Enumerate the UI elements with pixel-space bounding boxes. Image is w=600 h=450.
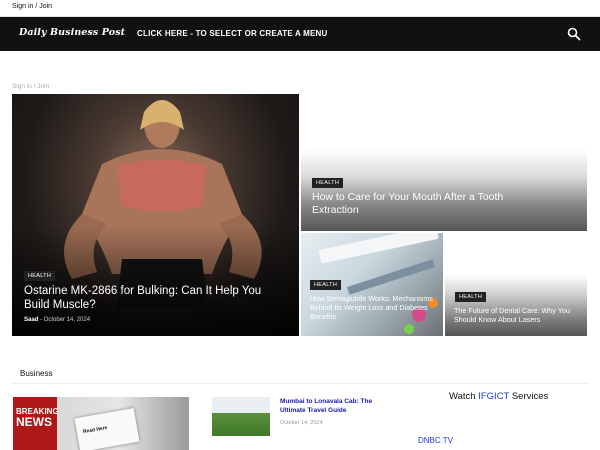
- featured-main-meta: Saad - October 14, 2024: [24, 317, 90, 323]
- featured-post-semaglutide[interactable]: HEALTH How Semaglutide Works: Mechanisms…: [301, 233, 443, 336]
- category-badge[interactable]: HEALTH: [312, 178, 344, 188]
- post-date: October 14, 2024: [43, 317, 91, 323]
- category-badge[interactable]: HEALTH: [310, 280, 342, 290]
- signin-link[interactable]: Sign in / Join: [12, 3, 52, 10]
- breadcrumb-signin[interactable]: Sign in / Join: [12, 83, 49, 90]
- search-icon[interactable]: [566, 26, 582, 42]
- dnbc-tv-link[interactable]: DNBC TV: [418, 436, 453, 445]
- watch-services-heading: Watch IFGICT Services: [449, 391, 548, 402]
- newspaper-headline: Read Here: [82, 424, 108, 436]
- section-title-business[interactable]: Business: [20, 369, 52, 378]
- meta-separator: -: [40, 317, 43, 323]
- section-divider: [12, 383, 588, 384]
- breaking-news-graphic: BREAKING NEWS: [16, 408, 59, 429]
- featured-mouth-title[interactable]: How to Care for Your Mouth After a Tooth…: [312, 191, 552, 217]
- featured-semaglutide-title[interactable]: How Semaglutide Works: Mechanisms Behind…: [310, 294, 436, 321]
- featured-main-title[interactable]: Ostarine MK-2866 for Bulking: Can It Hel…: [24, 284, 286, 313]
- category-badge[interactable]: HEALTH: [24, 271, 56, 281]
- business-card-image[interactable]: BREAKING NEWS Read Here: [13, 397, 189, 450]
- post-thumbnail[interactable]: [212, 397, 270, 436]
- featured-post-main[interactable]: HEALTH Ostarine MK-2866 for Bulking: Can…: [12, 94, 299, 336]
- featured-post-dental[interactable]: HEALTH The Future of Dental Care: Why Yo…: [445, 233, 587, 336]
- featured-post-mouth[interactable]: HEALTH How to Care for Your Mouth After …: [301, 94, 587, 231]
- news-label: NEWS: [16, 415, 52, 429]
- thumbnail-hill: [212, 412, 270, 436]
- watch-suffix: Services: [511, 391, 549, 402]
- featured-dental-title[interactable]: The Future of Dental Care: Why You Shoul…: [454, 306, 580, 324]
- top-bar: Sign in / Join: [0, 0, 600, 17]
- business-post-date: October 14, 2024: [280, 420, 323, 426]
- author-name[interactable]: Saad: [24, 317, 38, 323]
- site-logo[interactable]: Daily Business Post: [19, 27, 125, 38]
- menu-placeholder-link[interactable]: CLICK HERE - TO SELECT OR CREATE A MENU: [137, 29, 327, 38]
- main-navbar: Daily Business Post CLICK HERE - TO SELE…: [0, 17, 600, 51]
- category-badge[interactable]: HEALTH: [455, 292, 487, 302]
- watch-prefix: Watch: [449, 391, 476, 402]
- business-post-title[interactable]: Mumbai to Lonavala Cab: The Ultimate Tra…: [280, 397, 390, 415]
- watch-brand-link[interactable]: IFGICT: [478, 391, 509, 402]
